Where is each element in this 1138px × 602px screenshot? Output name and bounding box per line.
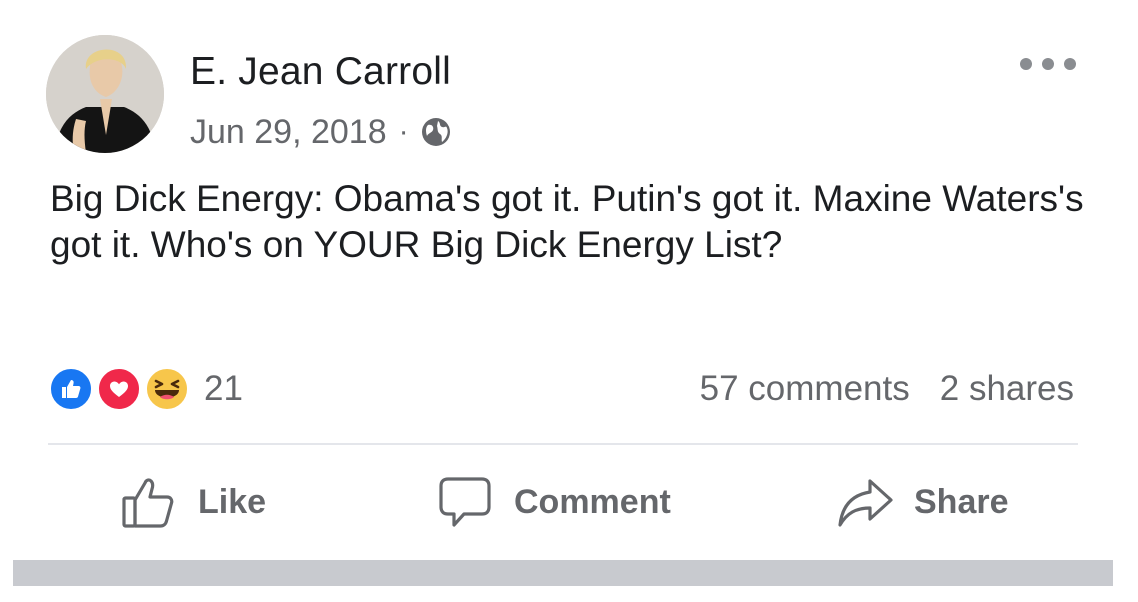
- feed-separator-bar: [13, 560, 1113, 586]
- author-name[interactable]: E. Jean Carroll: [190, 50, 451, 94]
- meta-separator: ·: [398, 115, 409, 148]
- comments-count[interactable]: 57 comments: [700, 369, 910, 409]
- share-button[interactable]: Share: [836, 470, 1009, 534]
- more-dot: [1042, 58, 1054, 70]
- action-bar: Like Comment Share: [0, 470, 1138, 534]
- post-date[interactable]: Jun 29, 2018: [190, 113, 387, 152]
- engagement-counts: 57 comments 2 shares: [700, 364, 1074, 414]
- share-label: Share: [914, 482, 1009, 521]
- haha-reaction-icon: [144, 366, 190, 412]
- more-dot: [1064, 58, 1076, 70]
- avatar[interactable]: [46, 35, 164, 153]
- shares-count[interactable]: 2 shares: [940, 369, 1074, 409]
- like-label: Like: [198, 482, 267, 521]
- reaction-count: 21: [204, 369, 243, 408]
- reaction-icons: [48, 364, 198, 414]
- more-options-icon[interactable]: [1020, 54, 1076, 74]
- comment-label: Comment: [514, 482, 671, 521]
- love-reaction-icon: [96, 366, 142, 412]
- thumbs-up-icon: [122, 478, 174, 528]
- globe-icon: [419, 115, 453, 149]
- like-reaction-icon: [48, 366, 94, 412]
- avatar-image: [46, 35, 164, 153]
- divider: [48, 443, 1078, 445]
- post-meta: Jun 29, 2018 ·: [190, 110, 453, 154]
- comment-bubble-icon: [439, 477, 491, 527]
- comment-button[interactable]: Comment: [436, 470, 671, 534]
- share-arrow-icon: [838, 479, 893, 527]
- facebook-post: E. Jean Carroll Jun 29, 2018 · Big Dick …: [0, 0, 1138, 602]
- like-button[interactable]: Like: [120, 470, 266, 534]
- reactions-summary[interactable]: 21: [48, 364, 243, 414]
- post-text: Big Dick Energy: Obama's got it. Putin's…: [50, 178, 1084, 265]
- more-dot: [1020, 58, 1032, 70]
